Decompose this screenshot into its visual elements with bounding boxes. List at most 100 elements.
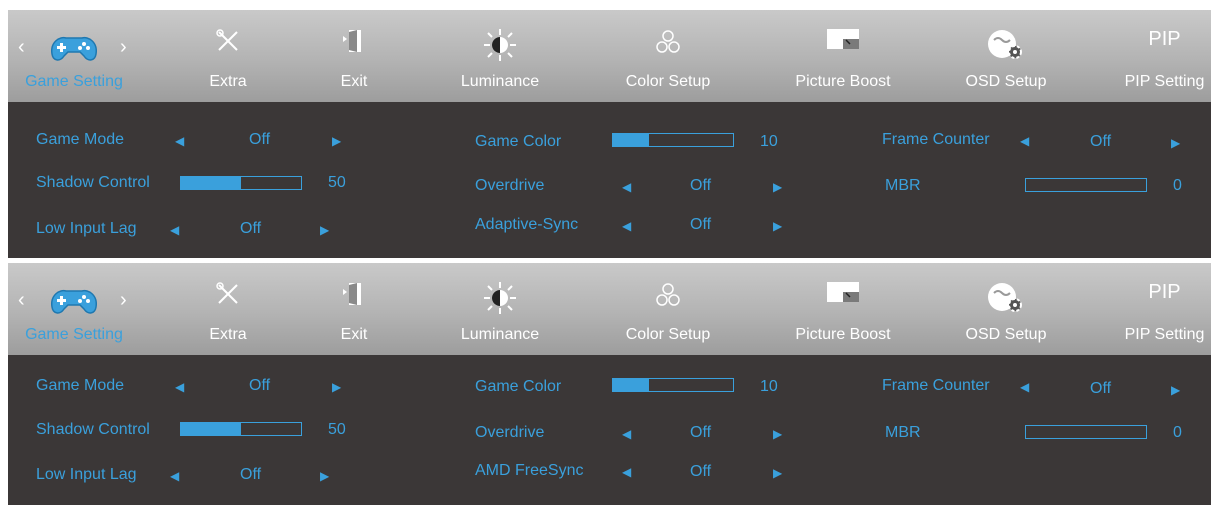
right-arrow-icon[interactable]: ▶ xyxy=(1171,136,1180,150)
right-chevron-icon[interactable]: › xyxy=(120,36,127,59)
mbr-value: 0 xyxy=(1173,177,1182,194)
tab-pip-setting[interactable]: PIP PIP Setting xyxy=(1118,10,1211,102)
right-arrow-icon[interactable]: ▶ xyxy=(773,427,782,441)
left-arrow-icon[interactable]: ◀ xyxy=(622,465,631,479)
game-color-value: 10 xyxy=(760,133,778,150)
left-arrow-icon[interactable]: ◀ xyxy=(1020,134,1029,148)
game-color-label: Game Color xyxy=(475,133,562,150)
left-arrow-icon[interactable]: ◀ xyxy=(622,180,631,194)
slider-fill xyxy=(613,134,649,146)
settings-panel: Game Mode ◀ Off ▶ Shadow Control 50 Low … xyxy=(8,102,1211,258)
left-arrow-icon[interactable]: ◀ xyxy=(170,469,179,483)
tab-label: Picture Boost xyxy=(795,73,891,90)
right-arrow-icon[interactable]: ▶ xyxy=(773,466,782,480)
game-color-slider[interactable] xyxy=(612,133,734,147)
tab-osd-setup[interactable]: OSD Setup xyxy=(956,263,1056,355)
left-arrow-icon[interactable]: ◀ xyxy=(622,427,631,441)
osd-tab-bar: ‹ › Game Setting Extra Exit Luminance Co… xyxy=(8,263,1211,355)
game-mode-label: Game Mode xyxy=(36,131,125,148)
right-arrow-icon[interactable]: ▶ xyxy=(773,219,782,233)
brightness-icon xyxy=(484,282,516,314)
shadow-control-value: 50 xyxy=(328,421,346,438)
sync-value: Off xyxy=(690,463,712,480)
tab-exit[interactable]: Exit xyxy=(324,263,384,355)
frame-counter-value: Off xyxy=(1090,380,1112,397)
sync-label: AMD FreeSync xyxy=(475,462,584,479)
exit-door-icon xyxy=(343,30,361,52)
left-arrow-icon[interactable]: ◀ xyxy=(1020,380,1029,394)
shadow-control-label: Shadow Control xyxy=(36,421,150,438)
tab-label: Exit xyxy=(340,326,368,343)
tab-label: Game Setting xyxy=(25,326,123,343)
mbr-label: MBR xyxy=(885,177,921,194)
slider-fill xyxy=(181,177,241,189)
left-chevron-icon[interactable]: ‹ xyxy=(18,36,25,59)
left-arrow-icon[interactable]: ◀ xyxy=(175,134,184,148)
low-input-lag-label: Low Input Lag xyxy=(36,466,137,483)
left-arrow-icon[interactable]: ◀ xyxy=(175,380,184,394)
game-mode-value: Off xyxy=(249,131,271,148)
tab-picture-boost[interactable]: Picture Boost xyxy=(784,263,902,355)
tab-label: PIP Setting xyxy=(1124,73,1205,90)
tab-label: Game Setting xyxy=(25,73,123,90)
mbr-slider[interactable] xyxy=(1025,178,1147,192)
frame-counter-label: Frame Counter xyxy=(882,377,990,394)
overdrive-label: Overdrive xyxy=(475,177,545,194)
tab-game-setting[interactable]: ‹ › Game Setting xyxy=(8,10,140,102)
tab-label: OSD Setup xyxy=(965,73,1047,90)
exit-door-icon xyxy=(343,283,361,305)
color-balls-icon xyxy=(656,30,680,53)
tab-label: PIP Setting xyxy=(1124,326,1205,343)
game-mode-value: Off xyxy=(249,377,271,394)
picture-boost-icon xyxy=(827,29,859,49)
right-arrow-icon[interactable]: ▶ xyxy=(320,223,329,237)
tab-label: Extra xyxy=(209,73,247,90)
slider-fill xyxy=(181,423,241,435)
slider-fill xyxy=(613,379,649,391)
right-arrow-icon[interactable]: ▶ xyxy=(320,469,329,483)
settings-panel: Game Mode ◀ Off ▶ Shadow Control 50 Low … xyxy=(8,355,1211,505)
tab-luminance[interactable]: Luminance xyxy=(448,10,552,102)
tab-extra[interactable]: Extra xyxy=(198,10,258,102)
overdrive-value: Off xyxy=(690,177,712,194)
right-arrow-icon[interactable]: ▶ xyxy=(332,380,341,394)
shadow-control-label: Shadow Control xyxy=(36,174,150,191)
low-input-lag-value: Off xyxy=(240,220,262,237)
pip-icon-text: PIP xyxy=(1148,281,1181,303)
left-chevron-icon[interactable]: ‹ xyxy=(18,289,25,312)
right-chevron-icon[interactable]: › xyxy=(120,289,127,312)
tab-extra[interactable]: Extra xyxy=(198,263,258,355)
overdrive-label: Overdrive xyxy=(475,424,545,441)
pip-icon-text: PIP xyxy=(1148,28,1181,50)
overdrive-value: Off xyxy=(690,424,712,441)
tab-label: OSD Setup xyxy=(965,326,1047,343)
mbr-slider[interactable] xyxy=(1025,425,1147,439)
shadow-control-value: 50 xyxy=(328,174,346,191)
tab-picture-boost[interactable]: Picture Boost xyxy=(784,10,902,102)
tools-icon xyxy=(216,29,238,51)
gamepad-icon xyxy=(51,289,97,314)
left-arrow-icon[interactable]: ◀ xyxy=(622,219,631,233)
game-color-slider[interactable] xyxy=(612,378,734,392)
tab-label: Extra xyxy=(209,326,247,343)
tab-label: Luminance xyxy=(460,326,540,343)
right-arrow-icon[interactable]: ▶ xyxy=(1171,383,1180,397)
tab-color-setup[interactable]: Color Setup xyxy=(612,10,724,102)
osd-globe-gear-icon xyxy=(988,30,1022,59)
tab-pip-setting[interactable]: PIP PIP Setting xyxy=(1118,263,1211,355)
tab-osd-setup[interactable]: OSD Setup xyxy=(956,10,1056,102)
tab-game-setting[interactable]: ‹ › Game Setting xyxy=(8,263,140,355)
right-arrow-icon[interactable]: ▶ xyxy=(332,134,341,148)
tab-luminance[interactable]: Luminance xyxy=(448,263,552,355)
tab-color-setup[interactable]: Color Setup xyxy=(612,263,724,355)
sync-value: Off xyxy=(690,216,712,233)
sync-label: Adaptive-Sync xyxy=(475,216,579,233)
tab-exit[interactable]: Exit xyxy=(324,10,384,102)
frame-counter-value: Off xyxy=(1090,133,1112,150)
osd-globe-gear-icon xyxy=(988,283,1022,312)
shadow-control-slider[interactable] xyxy=(180,176,302,190)
left-arrow-icon[interactable]: ◀ xyxy=(170,223,179,237)
shadow-control-slider[interactable] xyxy=(180,422,302,436)
right-arrow-icon[interactable]: ▶ xyxy=(773,180,782,194)
tools-icon xyxy=(216,282,238,304)
